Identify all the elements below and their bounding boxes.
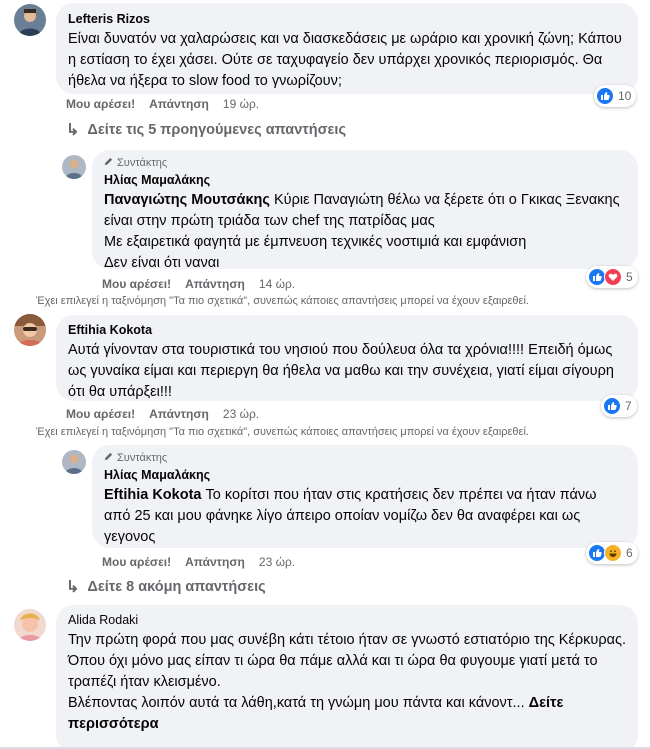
mention-link[interactable]: Παναγιώτης Μουτσάκης	[104, 192, 270, 208]
like-button[interactable]: Μου αρέσει!	[102, 277, 171, 291]
reply-text: Eftihia Kokota Το κορίτσι που ήταν στις …	[104, 485, 626, 548]
comment-timestamp[interactable]: 23 ώρ.	[223, 407, 259, 421]
reaction-summary[interactable]: 5	[586, 266, 638, 288]
mention-link[interactable]: Eftihia Kokota	[104, 487, 201, 503]
reaction-summary[interactable]: 10	[594, 85, 637, 107]
like-button[interactable]: Μου αρέσει!	[102, 555, 171, 569]
pencil-icon	[104, 156, 113, 170]
sort-notice: Έχει επιλεγεί η ταξινόμηση "Τα πιο σχετι…	[36, 426, 529, 438]
haha-reaction-icon	[604, 544, 622, 562]
love-reaction-icon	[604, 268, 622, 286]
avatar-alida-rodaki[interactable]	[14, 609, 46, 641]
reply-arrow-icon: ↳	[66, 579, 80, 596]
comment-bubble: Alida Rodaki Την πρώτη φορά που μας συνέ…	[56, 605, 638, 749]
reply-actions: Μου αρέσει! Απάντηση 14 ώρ.	[102, 277, 295, 291]
avatar-lefteris-rizos[interactable]	[14, 4, 46, 36]
reply-actions: Μου αρέσει! Απάντηση 23 ώρ.	[102, 555, 295, 569]
comment-author[interactable]: Lefteris Rizos	[68, 11, 626, 27]
view-previous-replies-label: Δείτε τις 5 προηγούμενες απαντήσεις	[87, 122, 346, 138]
like-button[interactable]: Μου αρέσει!	[66, 97, 135, 111]
comment-timestamp[interactable]: 19 ώρ.	[223, 97, 259, 111]
like-reaction-icon	[603, 397, 621, 415]
view-more-replies-link[interactable]: ↳ Δείτε 8 ακόμη απαντήσεις	[66, 577, 266, 597]
reaction-count: 6	[626, 546, 633, 560]
reaction-count: 5	[626, 270, 633, 284]
reply-button[interactable]: Απάντηση	[185, 555, 245, 569]
comment-text-truncated: Βλέποντας λοιπόν αυτά τα λάθη,κατά τη γν…	[68, 695, 525, 711]
reaction-count: 7	[625, 399, 632, 413]
view-previous-replies-link[interactable]: ↳ Δείτε τις 5 προηγούμενες απαντήσεις	[66, 120, 346, 140]
reply-button[interactable]: Απάντηση	[185, 277, 245, 291]
author-role-label: Συντάκτης	[117, 452, 168, 464]
reaction-count: 10	[618, 89, 632, 103]
comment-text-line: Όπου όχι μόνο μας είπαν τι ώρα θα πάμε α…	[68, 653, 598, 690]
avatar-ilias-mamalakis[interactable]	[62, 450, 86, 474]
comment-bubble: Lefteris Rizos Είναι δυνατόν να χαλαρώσε…	[56, 3, 638, 94]
author-role-badge: Συντάκτης	[104, 451, 626, 465]
author-role-label: Συντάκτης	[117, 157, 168, 169]
reply-button[interactable]: Απάντηση	[149, 97, 209, 111]
reply-text-line: Δεν είναι ότι ναναι	[104, 255, 220, 271]
reply-timestamp[interactable]: 23 ώρ.	[259, 555, 295, 569]
comment-text: Αυτά γίνονταν στα τουριστικά του νησιού …	[68, 342, 614, 400]
author-role-badge: Συντάκτης	[104, 156, 626, 170]
comment-actions: Μου αρέσει! Απάντηση 19 ώρ.	[66, 97, 259, 111]
reply-button[interactable]: Απάντηση	[149, 407, 209, 421]
reply-bubble: Συντάκτης Ηλίας Μαμαλάκης Παναγιώτης Μου…	[92, 150, 638, 271]
comment-author[interactable]: Eftihia Kokota	[68, 322, 626, 338]
like-button[interactable]: Μου αρέσει!	[66, 407, 135, 421]
reply-text-line: Με εξαιρετικά φαγητά με έμπνευση τεχνικέ…	[104, 234, 527, 250]
reply-author[interactable]: Ηλίας Μαμαλάκης	[104, 467, 626, 483]
comment-text: Είναι δυνατόν να χαλαρώσεις και να διασκ…	[68, 31, 622, 89]
reply-timestamp[interactable]: 14 ώρ.	[259, 277, 295, 291]
comment-actions: Μου αρέσει! Απάντηση 23 ώρ.	[66, 407, 259, 421]
sort-notice: Έχει επιλεγεί η ταξινόμηση "Τα πιο σχετι…	[36, 295, 529, 307]
comment-text-line: Βλέποντας λοιπόν αυτά τα λάθη,κατά τη γν…	[68, 693, 626, 735]
reply-text: Παναγιώτης Μουτσάκης Κύριε Παναγιώτη θέλ…	[104, 190, 626, 232]
pencil-icon	[104, 451, 113, 465]
reply-arrow-icon: ↳	[66, 122, 80, 139]
comment-author[interactable]: Alida Rodaki	[68, 612, 626, 628]
like-reaction-icon	[596, 87, 614, 105]
reaction-summary[interactable]: 6	[586, 542, 638, 564]
avatar-ilias-mamalakis[interactable]	[62, 155, 86, 179]
reply-author[interactable]: Ηλίας Μαμαλάκης	[104, 172, 626, 188]
reply-bubble: Συντάκτης Ηλίας Μαμαλάκης Eftihia Kokota…	[92, 445, 638, 548]
reaction-summary[interactable]: 7	[601, 395, 637, 417]
comment-bubble: Eftihia Kokota Αυτά γίνονταν στα τουριστ…	[56, 315, 638, 401]
avatar-eftihia-kokota[interactable]	[14, 314, 46, 346]
comment-text-line: Την πρώτη φορά που μας συνέβη κάτι τέτοι…	[68, 632, 626, 648]
view-more-replies-label: Δείτε 8 ακόμη απαντήσεις	[87, 579, 266, 595]
